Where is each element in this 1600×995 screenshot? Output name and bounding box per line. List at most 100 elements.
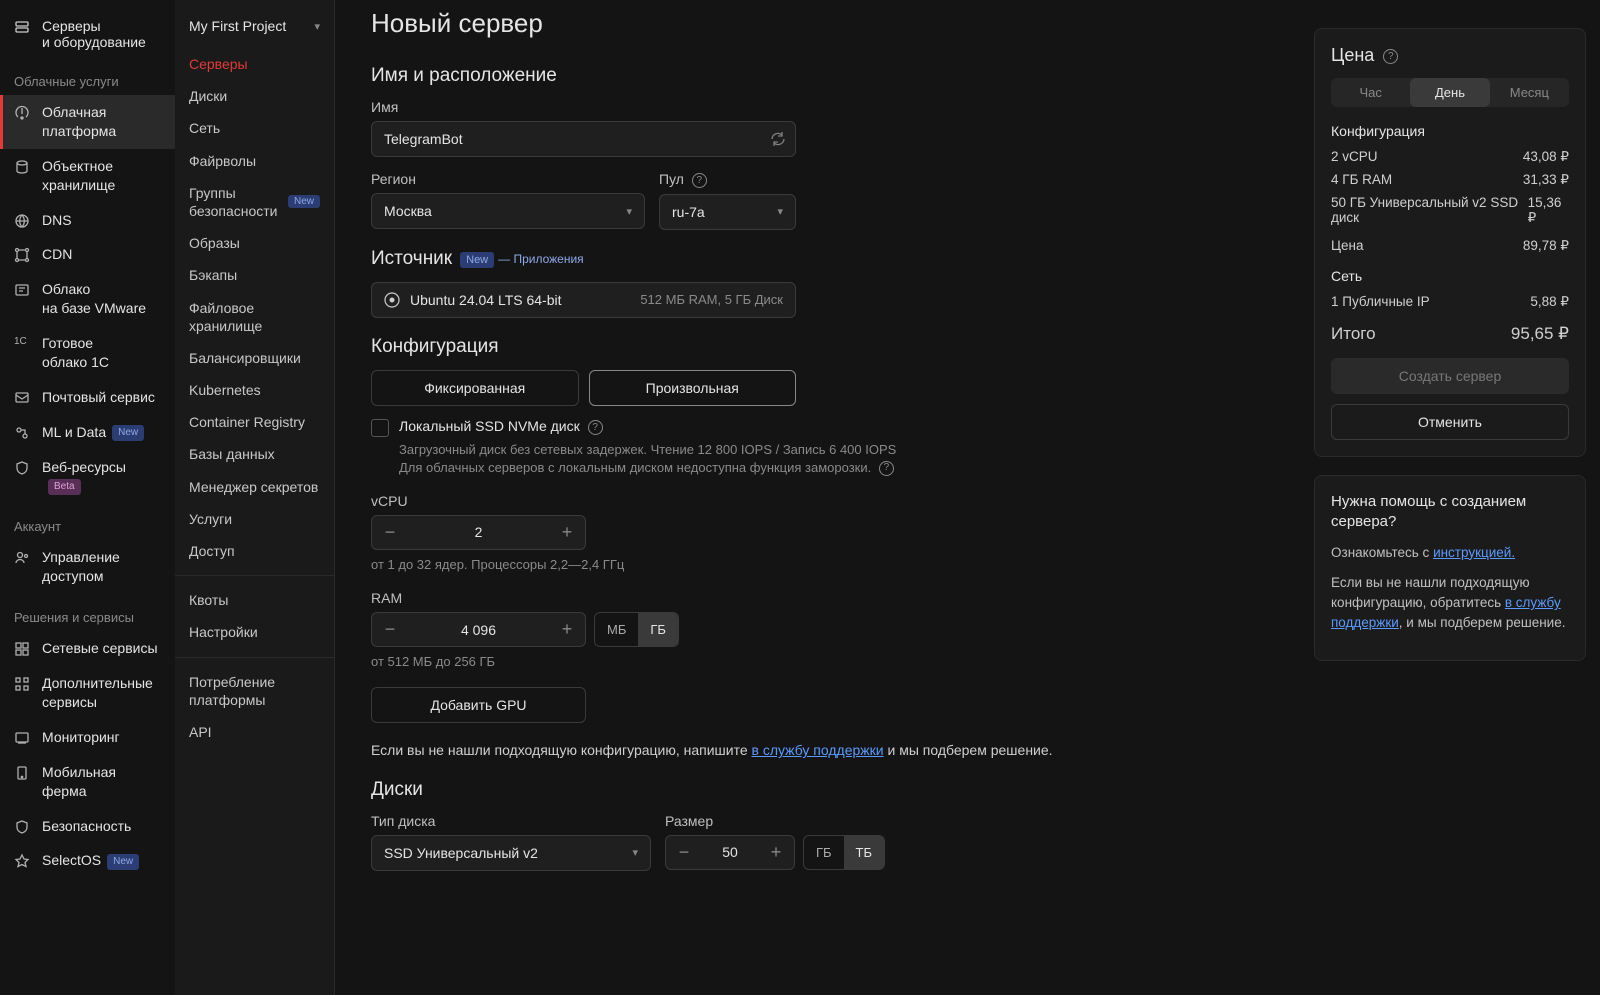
disk-size-decrement-button[interactable]: − bbox=[666, 836, 702, 869]
disk-size-value[interactable]: 50 bbox=[702, 844, 758, 860]
label: Доступ bbox=[189, 542, 235, 560]
subnav-item[interactable]: Базы данных bbox=[175, 438, 334, 470]
sidebar-item[interactable]: SelectOSNew bbox=[0, 843, 175, 878]
price-line: 2 vCPU43,08 ₽ bbox=[1331, 149, 1569, 165]
subnav-item[interactable]: Container Registry bbox=[175, 406, 334, 438]
project-name: My First Project bbox=[189, 18, 286, 34]
region-select[interactable]: Москва ▾ bbox=[371, 193, 645, 229]
add-gpu-button[interactable]: Добавить GPU bbox=[371, 687, 586, 723]
subnav-item[interactable]: Бэкапы bbox=[175, 259, 334, 291]
label: Файрволы bbox=[189, 152, 256, 170]
config-custom-button[interactable]: Произвольная bbox=[589, 370, 797, 406]
sidebar-item[interactable]: Почтовый сервис bbox=[0, 380, 175, 415]
period-month-button[interactable]: Месяц bbox=[1490, 78, 1569, 107]
ram-unit-mb-button[interactable]: МБ bbox=[595, 613, 638, 646]
subnav-item[interactable]: Квоты bbox=[175, 584, 334, 616]
nvme-checkbox[interactable] bbox=[371, 419, 389, 437]
primary-sidebar: Серверы и оборудование Облачные услугиОб… bbox=[0, 0, 175, 995]
label: Мобильная ферма bbox=[42, 763, 161, 801]
source-os-card[interactable]: Ubuntu 24.04 LTS 64-bit 512 МБ RAM, 5 ГБ… bbox=[371, 282, 796, 318]
help-icon[interactable]: ? bbox=[879, 461, 894, 476]
sidebar-item[interactable]: Облачная платформа bbox=[0, 95, 175, 149]
config-fixed-button[interactable]: Фиксированная bbox=[371, 370, 579, 406]
disk-size-increment-button[interactable]: + bbox=[758, 836, 794, 869]
instruction-link[interactable]: инструкцией. bbox=[1433, 545, 1515, 560]
ram-value[interactable]: 4 096 bbox=[408, 622, 549, 638]
nav-icon bbox=[14, 425, 32, 441]
subnav-item[interactable]: Файрволы bbox=[175, 145, 334, 177]
subnav-item[interactable]: Образы bbox=[175, 227, 334, 259]
label: Файловое хранилище bbox=[189, 299, 320, 335]
label: Дополнительные сервисы bbox=[42, 674, 153, 712]
project-selector[interactable]: My First Project ▾ bbox=[175, 10, 334, 48]
server-name-input[interactable] bbox=[371, 121, 796, 157]
nav-icon bbox=[14, 765, 32, 781]
create-server-button[interactable]: Создать сервер bbox=[1331, 358, 1569, 394]
label: Услуги bbox=[189, 510, 232, 528]
subnav-item[interactable]: Серверы bbox=[175, 48, 334, 80]
label: Веб-ресурсыBeta bbox=[42, 458, 161, 496]
sidebar-item[interactable]: Дополнительные сервисы bbox=[0, 666, 175, 720]
cancel-button[interactable]: Отменить bbox=[1331, 404, 1569, 440]
disk-unit-tb-button[interactable]: ТБ bbox=[844, 836, 884, 869]
subnav-item[interactable]: Настройки bbox=[175, 616, 334, 648]
vcpu-value[interactable]: 2 bbox=[408, 524, 549, 540]
sidebar-item[interactable]: Мониторинг bbox=[0, 720, 175, 755]
subnav-item[interactable]: API bbox=[175, 716, 334, 748]
price-subtotal: Цена89,78 ₽ bbox=[1331, 238, 1569, 254]
disk-type-select[interactable]: SSD Универсальный v2 ▾ bbox=[371, 835, 651, 871]
help-icon[interactable]: ? bbox=[692, 173, 707, 188]
sidebar-item[interactable]: Управление доступом bbox=[0, 540, 175, 594]
subnav-item[interactable]: Диски bbox=[175, 80, 334, 112]
sidebar-item[interactable]: Сетевые сервисы bbox=[0, 631, 175, 666]
vcpu-decrement-button[interactable]: − bbox=[372, 516, 408, 549]
subnav-item[interactable]: Услуги bbox=[175, 503, 334, 535]
sidebar-item-servers-hardware[interactable]: Серверы и оборудование bbox=[0, 10, 175, 58]
ram-decrement-button[interactable]: − bbox=[372, 613, 408, 646]
nav-icon bbox=[14, 105, 32, 121]
disk-type-label: Тип диска bbox=[371, 813, 651, 829]
sidebar-item[interactable]: 1CГотовое облако 1С bbox=[0, 326, 175, 380]
price-card: Цена ? Час День Месяц Конфигурация 2 vCP… bbox=[1314, 28, 1586, 457]
regenerate-icon[interactable] bbox=[770, 131, 786, 147]
sidebar-item[interactable]: Безопасность bbox=[0, 809, 175, 844]
vcpu-increment-button[interactable]: + bbox=[549, 516, 585, 549]
disk-unit-gb-button[interactable]: ГБ bbox=[804, 836, 844, 869]
label: Бэкапы bbox=[189, 266, 237, 284]
label: Группы безопасности bbox=[189, 184, 282, 220]
support-link[interactable]: в службу поддержки bbox=[752, 742, 884, 758]
pool-select[interactable]: ru-7a ▾ bbox=[659, 194, 796, 230]
subnav-item[interactable]: Потребление платформы bbox=[175, 666, 334, 716]
ram-increment-button[interactable]: + bbox=[549, 613, 585, 646]
sidebar-item[interactable]: Веб-ресурсыBeta bbox=[0, 450, 175, 504]
nav-icon bbox=[14, 853, 32, 869]
subnav-item[interactable]: Kubernetes bbox=[175, 374, 334, 406]
sidebar-item[interactable]: ML и DataNew bbox=[0, 415, 175, 450]
price-line: 4 ГБ RAM31,33 ₽ bbox=[1331, 172, 1569, 188]
sidebar-item[interactable]: Мобильная ферма bbox=[0, 755, 175, 809]
chevron-down-icon: ▾ bbox=[777, 205, 783, 218]
label: Базы данных bbox=[189, 445, 275, 463]
os-meta: 512 МБ RAM, 5 ГБ Диск bbox=[640, 292, 783, 307]
sidebar-item[interactable]: Объектное хранилище bbox=[0, 149, 175, 203]
subnav-item[interactable]: Сеть bbox=[175, 112, 334, 144]
subnav-item[interactable]: Файловое хранилище bbox=[175, 292, 334, 342]
nav-icon bbox=[14, 282, 32, 298]
nvme-label: Локальный SSD NVMe диск ? bbox=[399, 418, 896, 435]
help-icon[interactable]: ? bbox=[588, 420, 603, 435]
subnav-item[interactable]: Менеджер секретов bbox=[175, 471, 334, 503]
label: Безопасность bbox=[42, 817, 131, 836]
sidebar-item[interactable]: Облако на базе VMware bbox=[0, 272, 175, 326]
subnav-item[interactable]: Доступ bbox=[175, 535, 334, 567]
period-day-button[interactable]: День bbox=[1410, 78, 1489, 107]
page-title: Новый сервер bbox=[371, 8, 1264, 39]
subnav-item[interactable]: Группы безопасностиNew bbox=[175, 177, 334, 227]
period-hour-button[interactable]: Час bbox=[1331, 78, 1410, 107]
ram-unit-gb-button[interactable]: ГБ bbox=[638, 613, 678, 646]
ubuntu-icon bbox=[384, 292, 400, 308]
sidebar-item[interactable]: DNS bbox=[0, 203, 175, 238]
label: Kubernetes bbox=[189, 381, 261, 399]
help-icon[interactable]: ? bbox=[1383, 49, 1398, 64]
sidebar-item[interactable]: CDN bbox=[0, 237, 175, 272]
subnav-item[interactable]: Балансировщики bbox=[175, 342, 334, 374]
